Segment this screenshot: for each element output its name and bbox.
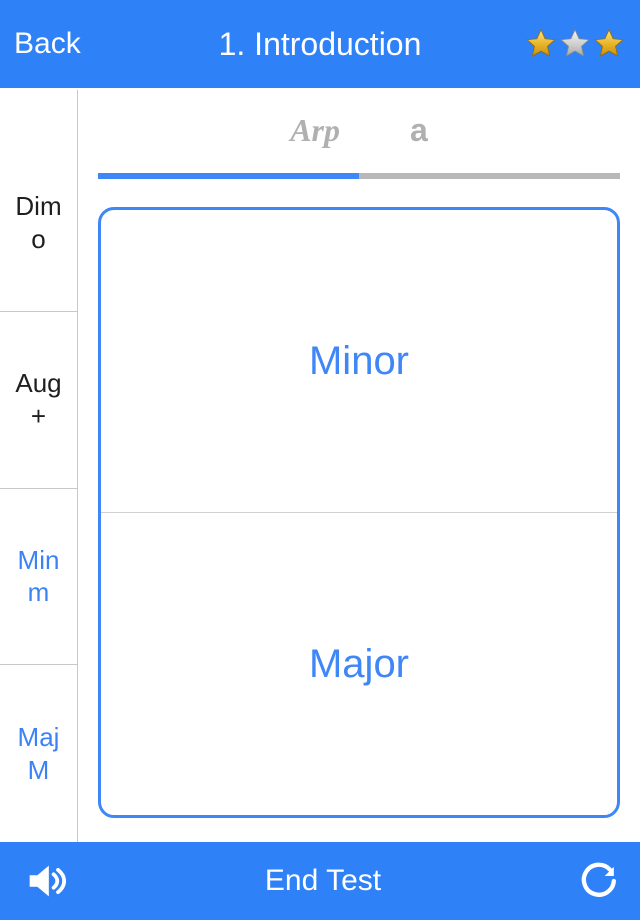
sidebar-item-symbol: m bbox=[28, 576, 50, 609]
answer-card: Minor Major bbox=[98, 207, 620, 818]
sound-button[interactable] bbox=[22, 858, 68, 904]
progress-fill bbox=[98, 173, 359, 179]
sidebar-item-label: Min bbox=[18, 544, 60, 577]
sidebar-item-symbol: o bbox=[31, 223, 45, 256]
speaker-icon bbox=[22, 858, 68, 904]
star-icon bbox=[524, 27, 558, 61]
back-button[interactable]: Back bbox=[14, 27, 81, 61]
star-icon bbox=[592, 27, 626, 61]
sidebar-item-dim[interactable]: Dim o bbox=[0, 135, 77, 312]
sidebar-item-min[interactable]: Min m bbox=[0, 489, 77, 666]
navbar: Back 1. Introduction bbox=[0, 0, 640, 88]
sidebar-item-symbol: M bbox=[28, 754, 50, 787]
sidebar-item-label: Aug bbox=[15, 367, 61, 400]
tab-a[interactable]: a bbox=[410, 112, 428, 149]
answer-option-minor[interactable]: Minor bbox=[101, 210, 617, 512]
sidebar-item-symbol: + bbox=[31, 400, 46, 433]
star-icon bbox=[558, 27, 592, 61]
refresh-icon bbox=[578, 861, 618, 901]
replay-button[interactable] bbox=[578, 861, 618, 901]
sidebar-item-aug[interactable]: Aug + bbox=[0, 312, 77, 489]
bottombar: End Test bbox=[0, 842, 640, 920]
mode-tabs: Arp a bbox=[98, 112, 620, 149]
app-root: Back 1. Introduction bbox=[0, 0, 640, 920]
sidebar-item-label: Maj bbox=[18, 721, 60, 754]
sidebar-item-label: Dim bbox=[15, 190, 61, 223]
tab-arp[interactable]: Arp bbox=[290, 112, 340, 149]
body: Dim o Aug + Min m Maj M Arp a bbox=[0, 88, 640, 842]
sidebar: Dim o Aug + Min m Maj M bbox=[0, 90, 78, 842]
main-content: Arp a Minor Major bbox=[78, 90, 640, 842]
sidebar-item-maj[interactable]: Maj M bbox=[0, 665, 77, 842]
answer-option-major[interactable]: Major bbox=[101, 513, 617, 815]
progress-bar bbox=[98, 173, 620, 179]
rating-stars bbox=[524, 27, 626, 61]
end-test-button[interactable]: End Test bbox=[265, 864, 381, 898]
